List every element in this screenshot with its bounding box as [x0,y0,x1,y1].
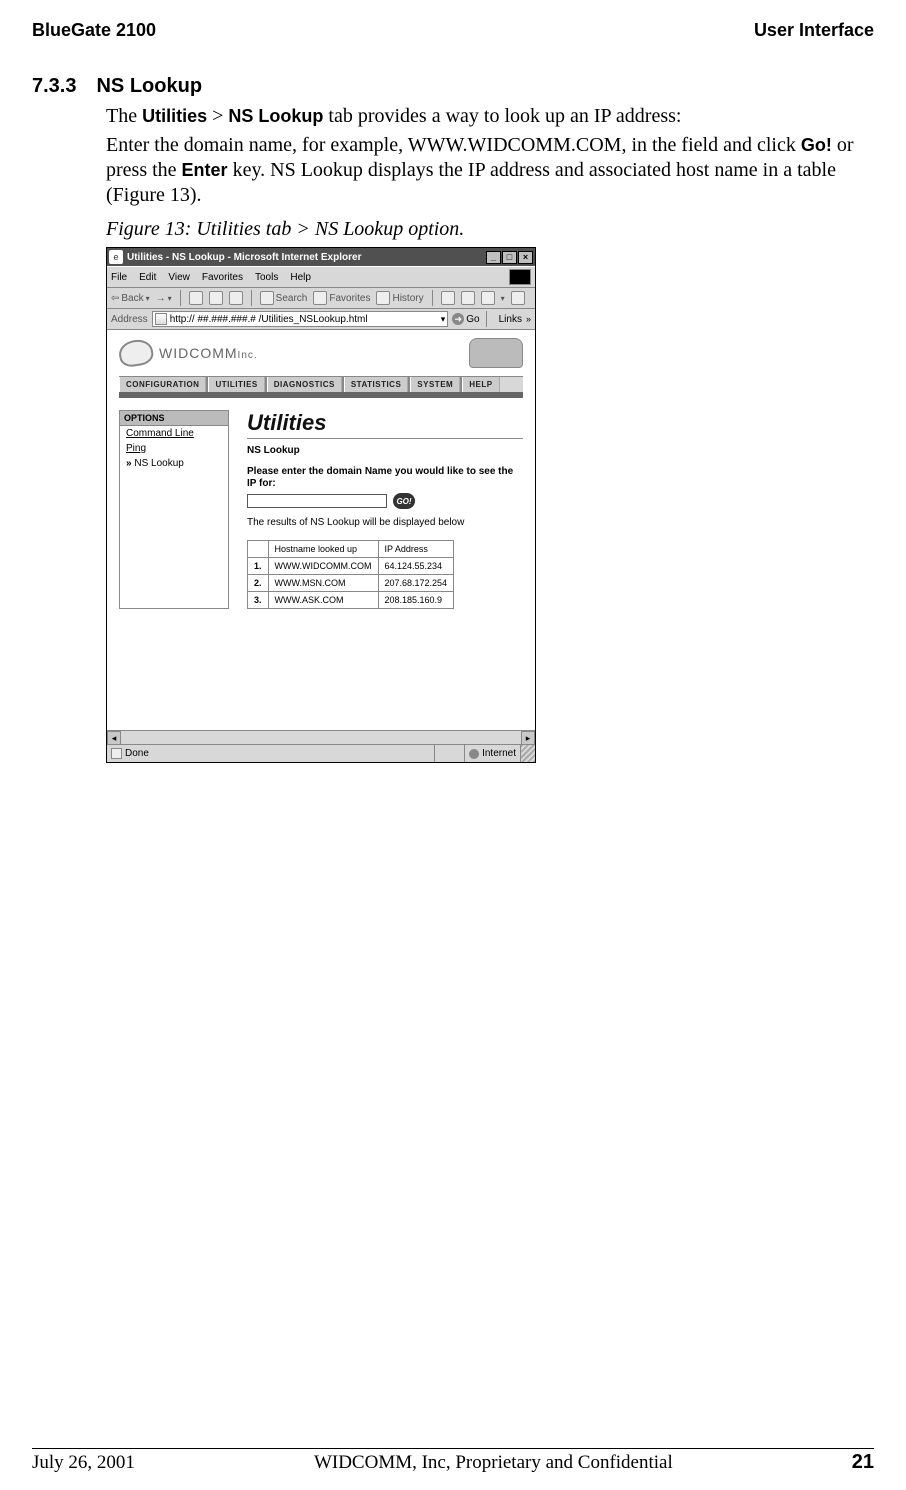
section-heading: 7.3.3 NS Lookup [32,75,874,98]
footer-page-number: 21 [852,1451,874,1474]
ie-icon: e [109,250,123,264]
screenshot-window: e Utilities - NS Lookup - Microsoft Inte… [106,247,536,763]
brand-text: WIDCOMMInc. [159,345,258,361]
toolbar: ⇦ Back ▾ → ▾ Search Favorites History ▾ [107,288,535,309]
print-icon[interactable] [461,291,475,305]
tab-configuration[interactable]: Configuration [119,377,206,392]
status-blank [435,745,465,762]
status-done: Done [107,745,435,762]
minimize-button[interactable]: _ [486,251,501,264]
refresh-icon[interactable] [209,291,223,305]
panel-heading: Utilities [247,410,523,439]
table-row: 3. WWW.ASK.COM 208.185.160.9 [248,592,454,609]
results-table: Hostname looked up IP Address 1. WWW.WID… [247,540,454,609]
doc-header-right: User Interface [754,20,874,41]
address-bar: Address http:// ##.###.###.# /Utilities_… [107,309,535,330]
address-input[interactable]: http:// ##.###.###.# /Utilities_NSLookup… [152,311,449,327]
window-title: Utilities - NS Lookup - Microsoft Intern… [127,252,486,263]
menu-favorites[interactable]: Favorites [202,272,243,283]
menu-help[interactable]: Help [290,272,311,283]
go-button[interactable]: ➜ Go [452,313,479,325]
figure-caption: Figure 13: Utilities tab > NS Lookup opt… [106,218,874,241]
go-arrow-icon: ➜ [452,313,464,325]
browser-throbber-icon [509,269,531,285]
globe-icon [469,749,479,759]
mail-icon[interactable] [441,291,455,305]
option-command-line[interactable]: Command Line [120,426,228,441]
option-ping[interactable]: Ping [120,441,228,456]
go-oval-button[interactable]: GO! [393,493,415,509]
footer-mid: WIDCOMM, Inc, Proprietary and Confidenti… [314,1452,673,1474]
widcomm-logo-icon [117,337,155,369]
section-number: 7.3.3 [32,75,76,98]
resize-grip-icon[interactable] [521,745,535,762]
links-chevron-icon[interactable]: » [526,314,531,324]
edit-icon[interactable] [481,291,495,305]
panel-subheading: NS Lookup [247,445,523,456]
main-panel: Utilities NS Lookup Please enter the dom… [247,410,523,609]
tab-statistics[interactable]: Statistics [344,377,408,392]
table-row: 2. WWW.MSN.COM 207.68.172.254 [248,575,454,592]
scroll-left-icon[interactable]: ◂ [107,731,121,745]
footer-date: July 26, 2001 [32,1452,135,1474]
links-label[interactable]: Links [499,314,522,325]
para-2: Enter the domain name, for example, WWW.… [106,133,874,208]
page-icon [155,313,167,325]
col-ip: IP Address [378,541,454,558]
tabs-row: Configuration Utilities Diagnostics Stat… [119,376,523,398]
favorites-button[interactable]: Favorites [313,291,370,305]
history-icon [376,291,390,305]
brand-row: WIDCOMMInc. [119,338,523,368]
domain-input[interactable] [247,494,387,508]
window-titlebar: e Utilities - NS Lookup - Microsoft Inte… [107,248,535,266]
scroll-right-icon[interactable]: ▸ [521,731,535,745]
options-panel: OPTIONS Command Line Ping NS Lookup [119,410,229,609]
prompt-text: Please enter the domain Name you would l… [247,466,523,490]
menu-tools[interactable]: Tools [255,272,278,283]
doc-header-left: BlueGate 2100 [32,20,156,41]
back-button[interactable]: ⇦ Back ▾ [111,293,150,304]
stop-icon[interactable] [189,291,203,305]
result-note: The results of NS Lookup will be display… [247,517,523,528]
history-button[interactable]: History [376,291,423,305]
options-head: OPTIONS [120,411,228,426]
search-button[interactable]: Search [260,291,308,305]
para-1: The Utilities > NS Lookup tab provides a… [106,104,874,129]
table-header-row: Hostname looked up IP Address [248,541,454,558]
table-row: 1. WWW.WIDCOMM.COM 64.124.55.234 [248,558,454,575]
status-zone: Internet [465,745,521,762]
browser-viewport: WIDCOMMInc. Configuration Utilities Diag… [107,330,535,730]
menu-file[interactable]: File [111,272,127,283]
close-button[interactable]: × [518,251,533,264]
search-icon [260,291,274,305]
page-footer: July 26, 2001 WIDCOMM, Inc, Proprietary … [32,1448,874,1490]
forward-button[interactable]: → ▾ [156,293,172,304]
col-hostname: Hostname looked up [268,541,378,558]
address-dropdown-icon[interactable]: ▾ [441,314,446,325]
tab-help[interactable]: Help [462,377,499,392]
router-icon [469,338,523,368]
menu-edit[interactable]: Edit [139,272,156,283]
done-icon [111,748,122,759]
status-bar: Done Internet [107,744,535,762]
home-icon[interactable] [229,291,243,305]
option-ns-lookup[interactable]: NS Lookup [120,456,228,471]
favorites-icon [313,291,327,305]
horizontal-scrollbar[interactable]: ◂ ▸ [107,730,535,744]
discuss-icon[interactable] [511,291,525,305]
maximize-button[interactable]: □ [502,251,517,264]
tab-diagnostics[interactable]: Diagnostics [267,377,342,392]
col-num [248,541,269,558]
section-title: NS Lookup [96,75,202,97]
menu-view[interactable]: View [168,272,190,283]
tab-system[interactable]: System [410,377,460,392]
address-label: Address [111,314,148,325]
address-value: http:// ##.###.###.# /Utilities_NSLookup… [170,314,368,325]
tab-utilities[interactable]: Utilities [208,377,264,392]
menu-bar: File Edit View Favorites Tools Help [107,266,535,288]
